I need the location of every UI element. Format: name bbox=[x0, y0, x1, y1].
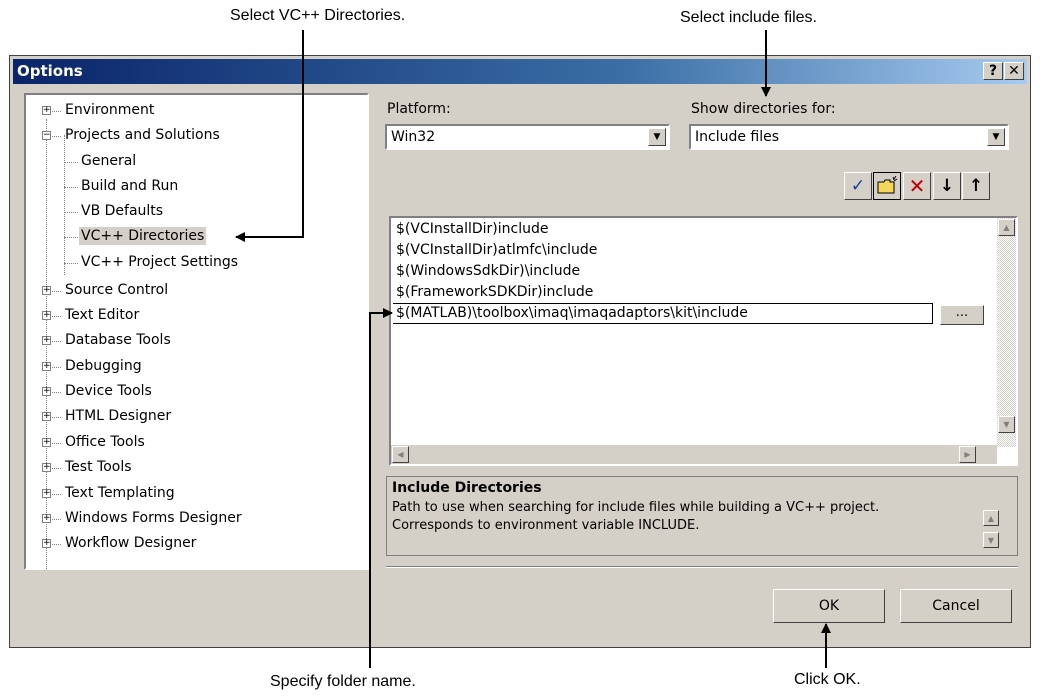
callout-arrows bbox=[235, 30, 831, 668]
